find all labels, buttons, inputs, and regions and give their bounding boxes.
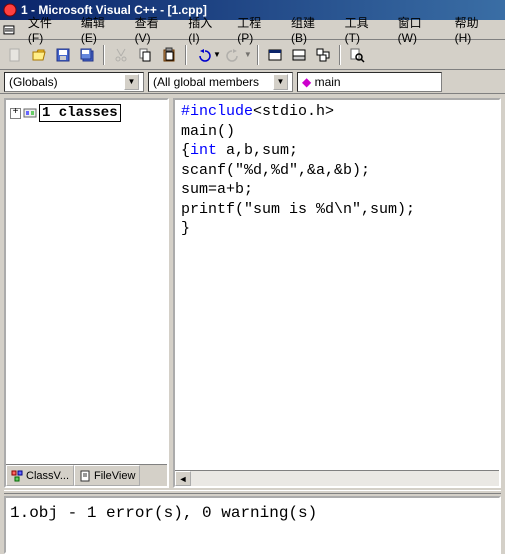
workspace-tabs: ClassV... FileView bbox=[6, 464, 167, 486]
main-area: + 1 classes ClassV... FileView #include<… bbox=[0, 94, 505, 490]
code-text: sum=a+b; bbox=[181, 181, 253, 198]
tree-root-item[interactable]: + 1 classes bbox=[10, 104, 163, 122]
toolbar-separator bbox=[339, 45, 341, 65]
menu-build[interactable]: 组建(B) bbox=[285, 12, 337, 47]
tree-root-label: 1 classes bbox=[39, 104, 121, 122]
find-in-files-button[interactable] bbox=[346, 44, 368, 66]
splitter-bar[interactable] bbox=[4, 490, 501, 494]
menu-tools[interactable]: 工具(T) bbox=[339, 12, 390, 47]
combo-bar: (Globals) ▼ (All global members ▼ ◆ main bbox=[0, 70, 505, 94]
code-text: a,b,sum; bbox=[217, 142, 298, 159]
dropdown-icon[interactable]: ▼ bbox=[124, 74, 139, 90]
menu-window[interactable]: 窗口(W) bbox=[392, 12, 447, 47]
code-editor[interactable]: #include<stdio.h> main() {int a,b,sum; s… bbox=[175, 100, 499, 470]
fileview-icon bbox=[79, 470, 91, 482]
code-text: } bbox=[181, 220, 190, 237]
new-button[interactable] bbox=[4, 44, 26, 66]
members-value: (All global members bbox=[153, 75, 259, 89]
tab-classview[interactable]: ClassV... bbox=[6, 465, 74, 486]
expand-icon[interactable]: + bbox=[10, 108, 21, 119]
code-text: scanf("%d,%d",&a,&b); bbox=[181, 162, 370, 179]
tab-fileview-label: FileView bbox=[94, 470, 135, 482]
toolbar-separator bbox=[257, 45, 259, 65]
classes-icon bbox=[23, 106, 37, 120]
save-all-button[interactable] bbox=[76, 44, 98, 66]
cut-button[interactable] bbox=[110, 44, 132, 66]
output-pane[interactable]: 1.obj - 1 error(s), 0 warning(s) bbox=[4, 496, 501, 554]
redo-button[interactable] bbox=[223, 44, 245, 66]
menu-edit[interactable]: 编辑(E) bbox=[75, 12, 127, 47]
undo-dropdown-icon[interactable]: ▼ bbox=[213, 50, 221, 59]
menu-file[interactable]: 文件(F) bbox=[22, 12, 73, 47]
scope-value: (Globals) bbox=[9, 75, 58, 89]
menu-project[interactable]: 工程(P) bbox=[231, 12, 283, 47]
window-list-button[interactable] bbox=[312, 44, 334, 66]
horizontal-scrollbar[interactable]: ◄ bbox=[175, 470, 499, 486]
scope-combo[interactable]: (Globals) ▼ bbox=[4, 72, 144, 92]
code-text: <stdio.h> bbox=[253, 103, 334, 120]
menu-view[interactable]: 查看(V) bbox=[129, 12, 181, 47]
toolbar-separator bbox=[185, 45, 187, 65]
scroll-track[interactable] bbox=[191, 471, 499, 486]
editor-pane: #include<stdio.h> main() {int a,b,sum; s… bbox=[173, 98, 501, 488]
menubar: 文件(F) 编辑(E) 查看(V) 插入(I) 工程(P) 组建(B) 工具(T… bbox=[0, 20, 505, 40]
app-icon bbox=[3, 3, 17, 17]
workspace-button[interactable] bbox=[264, 44, 286, 66]
classview-icon bbox=[11, 470, 23, 482]
code-keyword: int bbox=[190, 142, 217, 159]
toolbar-separator bbox=[103, 45, 105, 65]
scroll-left-icon[interactable]: ◄ bbox=[175, 471, 191, 486]
menu-help[interactable]: 帮助(H) bbox=[449, 12, 501, 47]
code-text: { bbox=[181, 142, 190, 159]
menu-insert[interactable]: 插入(I) bbox=[182, 12, 229, 47]
code-text: main() bbox=[181, 123, 235, 140]
function-combo[interactable]: ◆ main bbox=[297, 72, 442, 92]
dropdown-icon[interactable]: ▼ bbox=[273, 74, 288, 90]
function-value: main bbox=[315, 75, 341, 89]
class-tree[interactable]: + 1 classes bbox=[6, 100, 167, 464]
copy-button[interactable] bbox=[134, 44, 156, 66]
tab-fileview[interactable]: FileView bbox=[74, 465, 140, 486]
code-keyword: #include bbox=[181, 103, 253, 120]
code-text: printf("sum is %d\n",sum); bbox=[181, 201, 415, 218]
output-button[interactable] bbox=[288, 44, 310, 66]
mdi-sysmenu-icon[interactable] bbox=[2, 23, 16, 37]
save-button[interactable] bbox=[52, 44, 74, 66]
output-text: 1.obj - 1 error(s), 0 warning(s) bbox=[10, 504, 495, 522]
function-icon: ◆ bbox=[302, 75, 311, 89]
open-button[interactable] bbox=[28, 44, 50, 66]
paste-button[interactable] bbox=[158, 44, 180, 66]
workspace-pane: + 1 classes ClassV... FileView bbox=[4, 98, 169, 488]
undo-button[interactable] bbox=[192, 44, 214, 66]
tab-classview-label: ClassV... bbox=[26, 470, 69, 482]
redo-dropdown-icon[interactable]: ▼ bbox=[244, 50, 252, 59]
members-combo[interactable]: (All global members ▼ bbox=[148, 72, 293, 92]
